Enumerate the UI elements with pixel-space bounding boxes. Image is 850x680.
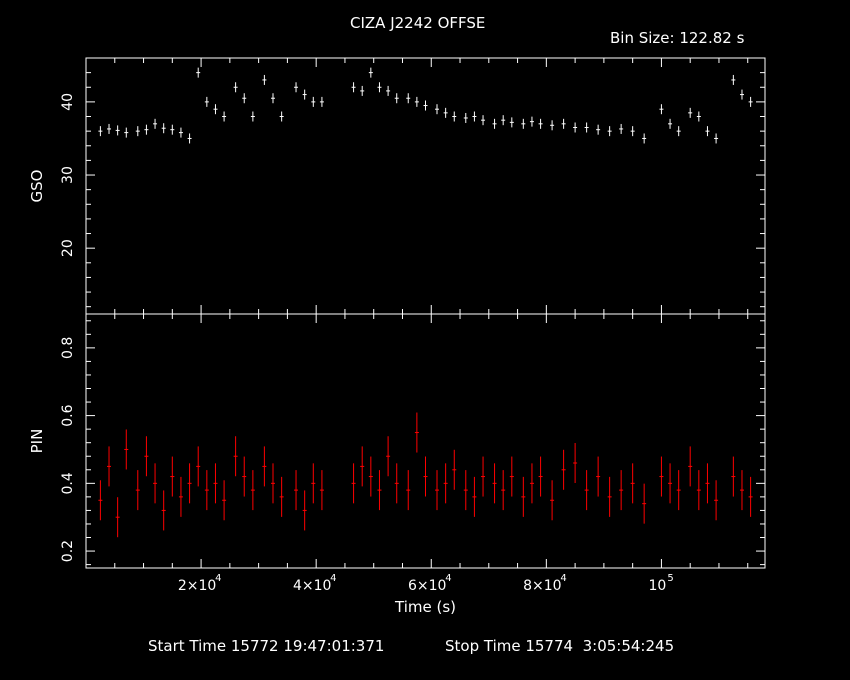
y-tick-label: 20	[60, 239, 76, 257]
x-tick-exponent: 4	[215, 573, 221, 584]
y-tick-label: 40	[60, 93, 76, 111]
x-tick-label: 6×10	[408, 578, 446, 594]
x-tick-label: 4×10	[293, 578, 331, 594]
y-tick-label: 0.2	[60, 540, 76, 562]
stop-time-label: Stop Time 15774 3:05:54:245	[445, 637, 675, 655]
light-curve-chart: 203040GSO0.20.40.60.8PIN2×104 4×104 6×104 8…	[28, 57, 766, 616]
y-axis-label: PIN	[28, 429, 46, 454]
x-axis-label: Time (s)	[394, 598, 456, 616]
panel-frame-0	[85, 57, 766, 315]
y-tick-label: 0.6	[60, 404, 76, 426]
y-axis-label: GSO	[28, 170, 46, 203]
panel-frame-1	[85, 313, 766, 569]
x-tick-label: 8×10	[523, 578, 561, 594]
x-tick-exponent: 4	[560, 573, 566, 584]
x-tick-exponent: 5	[667, 573, 673, 584]
x-tick-label: 2×10	[178, 578, 216, 594]
y-tick-label: 30	[60, 166, 76, 184]
x-tick-label: 10	[649, 578, 667, 594]
y-tick-label: 0.4	[60, 472, 76, 494]
x-tick-exponent: 4	[445, 573, 451, 584]
x-tick-exponent: 4	[330, 573, 336, 584]
y-tick-label: 0.8	[60, 337, 76, 359]
start-time-label: Start Time 15772 19:47:01:371	[148, 637, 385, 655]
